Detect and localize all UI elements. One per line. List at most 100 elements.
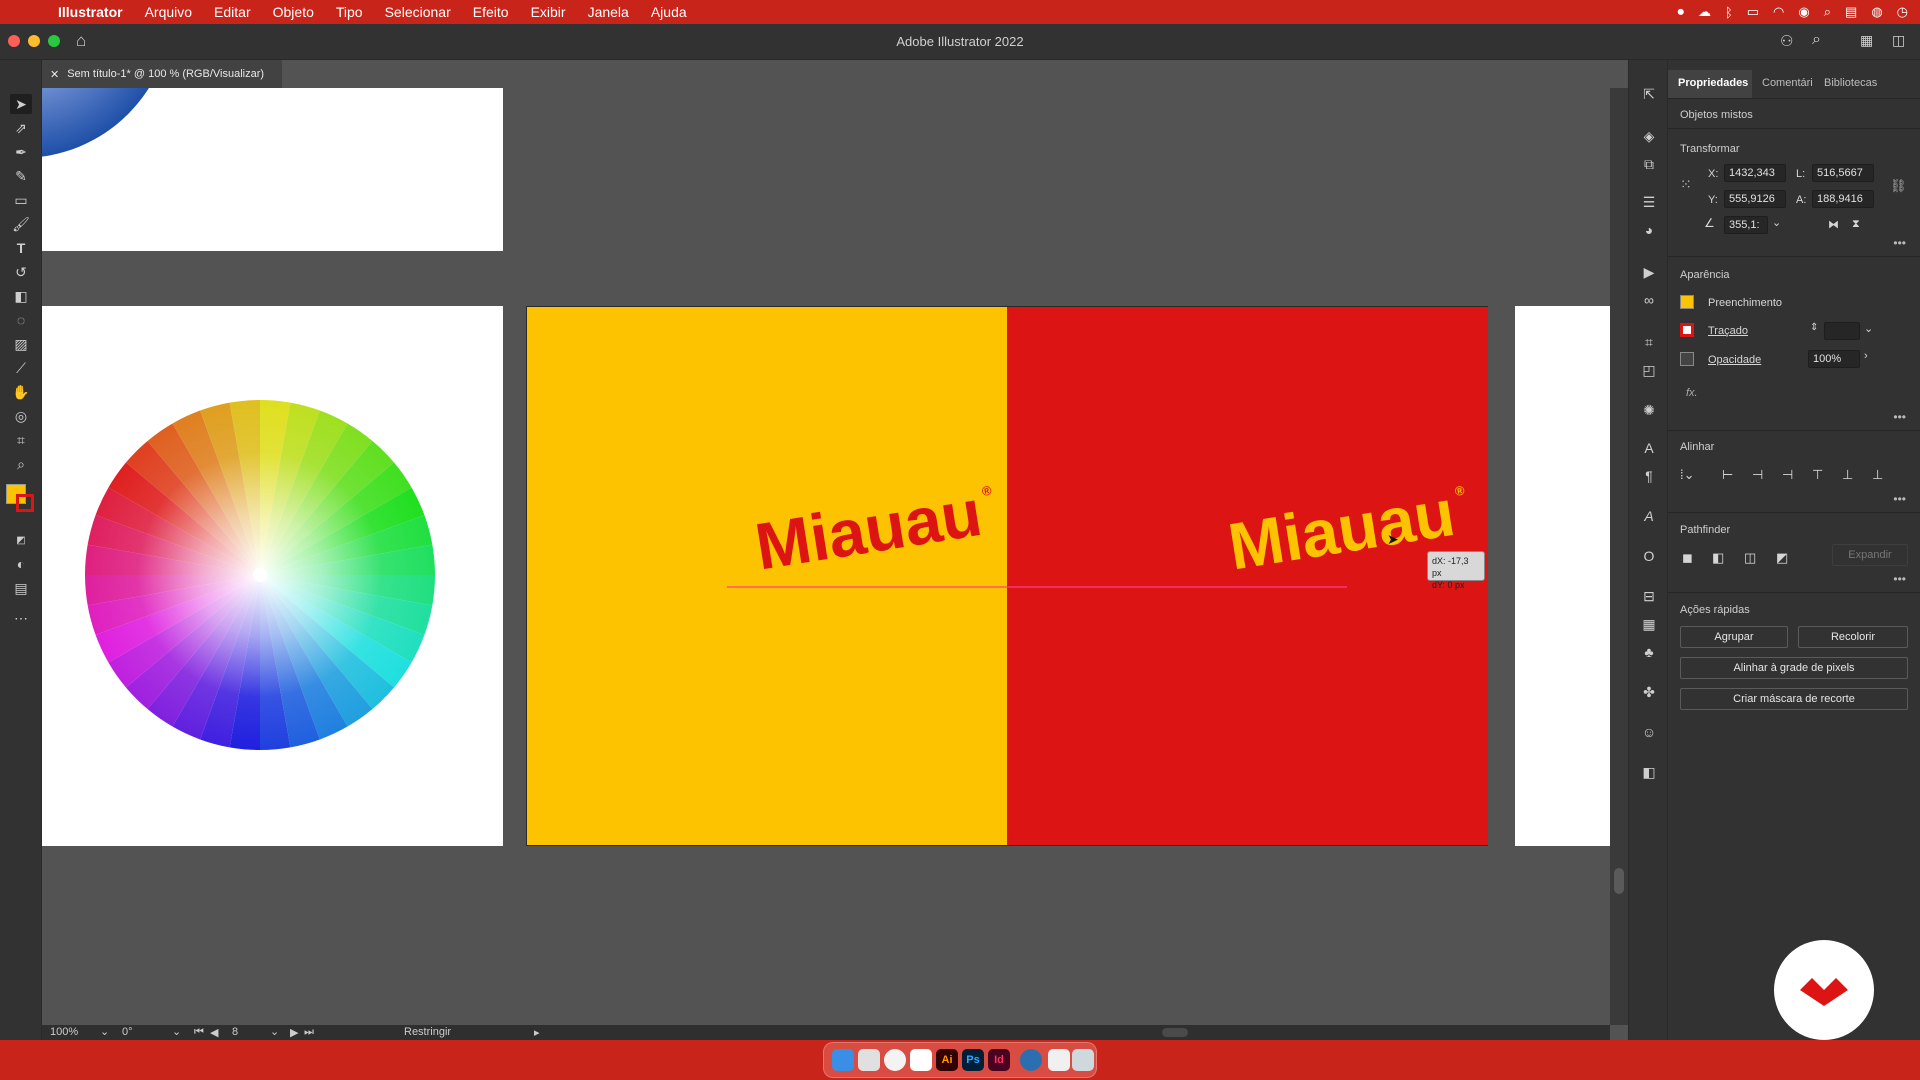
artboard-main[interactable]: Miauau ® Miauau ® ➤ dX: -17,3 px dY: 0 p… xyxy=(526,306,1488,846)
fx-button[interactable]: fx. xyxy=(1686,387,1698,399)
menu-efeito[interactable]: Efeito xyxy=(473,4,509,20)
selection-tool-icon[interactable]: ➤ xyxy=(10,94,32,114)
menu-objeto[interactable]: Objeto xyxy=(273,4,314,20)
opacity-field[interactable]: 100% xyxy=(1808,350,1860,368)
shape-builder-tool-icon[interactable]: ◎ xyxy=(10,406,32,426)
siri-icon[interactable]: ◍ xyxy=(1871,4,1882,20)
photoshop-icon[interactable]: Ps xyxy=(962,1049,984,1071)
pathfinder-icon[interactable]: ◰ xyxy=(1639,360,1659,380)
recolor-button[interactable]: Recolorir xyxy=(1798,626,1908,648)
unite-icon[interactable]: ◼ xyxy=(1682,550,1693,566)
keyboard-viewer-icon[interactable] xyxy=(1048,1049,1070,1071)
clock-icon[interactable]: ◷ xyxy=(1897,4,1908,20)
lasso-tool-icon[interactable]: ◌ xyxy=(10,310,32,330)
actions-icon[interactable]: ▶ xyxy=(1639,262,1659,282)
eyedropper-tool-icon[interactable]: ⟋ xyxy=(10,358,32,378)
align-hcenter-icon[interactable]: ⊣ xyxy=(1752,467,1763,483)
last-artboard-icon[interactable]: ⏭ xyxy=(304,1026,314,1039)
align-top-icon[interactable]: ⊤ xyxy=(1812,467,1823,483)
zoom-tool-icon[interactable]: ⌕ xyxy=(10,454,32,474)
export-icon[interactable]: ⇱ xyxy=(1639,84,1659,104)
search-help-icon[interactable]: ⌕ xyxy=(1812,31,1821,49)
symbols-icon[interactable]: ✺ xyxy=(1639,400,1659,420)
share-icon[interactable]: ⚇ xyxy=(1780,32,1793,50)
opacity-arrow-icon[interactable]: › xyxy=(1864,350,1868,362)
gradient-tool-icon[interactable]: ▨ xyxy=(10,334,32,354)
tab-propriedades[interactable]: Propriedades xyxy=(1678,77,1748,89)
menu-janela[interactable]: Janela xyxy=(588,4,629,20)
stroke-color-swatch[interactable] xyxy=(1680,323,1694,337)
next-artboard-icon[interactable]: ▶ xyxy=(290,1026,298,1039)
angle-dropdown-icon[interactable]: ⌄ xyxy=(1772,216,1781,229)
brushes-icon[interactable]: ♣ xyxy=(1639,642,1659,662)
workspace-icon[interactable]: ▦ xyxy=(1860,32,1873,49)
vertical-scroll-thumb[interactable] xyxy=(1614,868,1624,894)
menu-tipo[interactable]: Tipo xyxy=(336,4,363,20)
menu-editar[interactable]: Editar xyxy=(214,4,251,20)
brush-tool-icon[interactable]: 🖌 xyxy=(10,214,32,234)
align-pixel-grid-button[interactable]: Alinhar à grade de pixels xyxy=(1680,657,1908,679)
keynote-icon[interactable] xyxy=(910,1049,932,1071)
logo-text-left[interactable]: Miauau xyxy=(750,475,986,584)
x-field[interactable]: 1432,343 xyxy=(1724,164,1786,182)
user-icon[interactable]: ◉ xyxy=(1798,4,1809,20)
logo-text-right[interactable]: Miauau xyxy=(1223,475,1459,584)
screen-mode-icon[interactable]: ▤ xyxy=(10,578,32,598)
menu-app-name[interactable]: Illustrator xyxy=(58,4,123,20)
panel-toggle-icon[interactable]: ◫ xyxy=(1892,32,1905,49)
document-tab[interactable]: ✕ Sem título-1* @ 100 % (RGB/Visualizar) xyxy=(42,60,282,88)
close-tab-icon[interactable]: ✕ xyxy=(50,68,59,81)
artboards-icon[interactable]: ⧉ xyxy=(1639,154,1659,174)
horizontal-scroll-thumb[interactable] xyxy=(1162,1028,1188,1037)
links-icon[interactable]: ∞ xyxy=(1639,290,1659,310)
group-button[interactable]: Agrupar xyxy=(1680,626,1788,648)
align-right-icon[interactable]: ⊣ xyxy=(1782,467,1793,483)
direct-selection-tool-icon[interactable]: ⇗ xyxy=(10,118,32,138)
trash-icon[interactable] xyxy=(1072,1049,1094,1071)
opentype-icon[interactable]: O xyxy=(1639,546,1659,566)
stroke-panel-icon[interactable]: ☰ xyxy=(1639,192,1659,212)
width-field[interactable]: 516,5667 xyxy=(1812,164,1874,182)
launchpad-icon[interactable] xyxy=(858,1049,880,1071)
transform-more-icon[interactable]: ••• xyxy=(1893,236,1906,250)
menu-arquivo[interactable]: Arquivo xyxy=(145,4,192,20)
align-vcenter-icon[interactable]: ⊥ xyxy=(1842,467,1853,483)
chrome-icon[interactable] xyxy=(884,1049,906,1071)
paragraph-icon[interactable]: ¶ xyxy=(1639,466,1659,486)
appearance-more-icon[interactable]: ••• xyxy=(1893,410,1906,424)
layers-icon[interactable]: ◈ xyxy=(1639,126,1659,146)
rotation-dropdown-icon[interactable]: ⌄ xyxy=(172,1025,181,1038)
clipping-mask-button[interactable]: Criar máscara de recorte xyxy=(1680,688,1908,710)
color-mode-icon[interactable]: ◩ xyxy=(10,530,32,550)
more-tools-icon[interactable]: ⋯ xyxy=(10,608,32,628)
menu-exibir[interactable]: Exibir xyxy=(531,4,566,20)
wifi-icon[interactable]: ◠ xyxy=(1773,4,1784,20)
align-bottom-icon[interactable]: ⊥ xyxy=(1872,467,1883,483)
puppet-icon[interactable]: ✤ xyxy=(1639,682,1659,702)
artboard-dropdown-icon[interactable]: ⌄ xyxy=(270,1025,279,1038)
illustrator-icon[interactable]: Ai xyxy=(936,1049,958,1071)
status-menu-arrow-icon[interactable]: ▸ xyxy=(534,1026,540,1039)
y-field[interactable]: 555,9126 xyxy=(1724,190,1786,208)
stroke-label[interactable]: Traçado xyxy=(1708,325,1748,337)
artboard-tool-icon[interactable]: ⌗ xyxy=(10,430,32,450)
character-icon[interactable]: A xyxy=(1639,438,1659,458)
record-icon[interactable]: ⏺ xyxy=(1677,4,1684,20)
transform-icon[interactable]: ⌗ xyxy=(1639,332,1659,352)
rectangle-tool-icon[interactable]: ▭ xyxy=(10,190,32,210)
opacity-label[interactable]: Opacidade xyxy=(1708,354,1761,366)
gradient-panel-icon[interactable]: ◧ xyxy=(1639,762,1659,782)
search-icon[interactable]: ⌕ xyxy=(1824,4,1831,20)
artboard-color-wheel[interactable] xyxy=(42,306,503,846)
rotate-tool-icon[interactable]: ↺ xyxy=(10,262,32,282)
height-field[interactable]: 188,9416 xyxy=(1812,190,1874,208)
constrain-proportions-icon[interactable]: ⛓ xyxy=(1890,178,1907,194)
control-center-icon[interactable]: ▤ xyxy=(1845,4,1857,20)
reference-point-icon[interactable]: ⁙ xyxy=(1680,176,1692,193)
puppet-warp-tool-icon[interactable]: ✋ xyxy=(10,382,32,402)
menu-ajuda[interactable]: Ajuda xyxy=(651,4,687,20)
align-to-icon[interactable]: ⁞⌄ xyxy=(1680,467,1695,483)
swatches-icon[interactable]: ▦ xyxy=(1639,614,1659,634)
angle-field[interactable]: 355,1: xyxy=(1724,216,1768,234)
stroke-weight-dropdown-icon[interactable]: ⌄ xyxy=(1864,322,1873,335)
